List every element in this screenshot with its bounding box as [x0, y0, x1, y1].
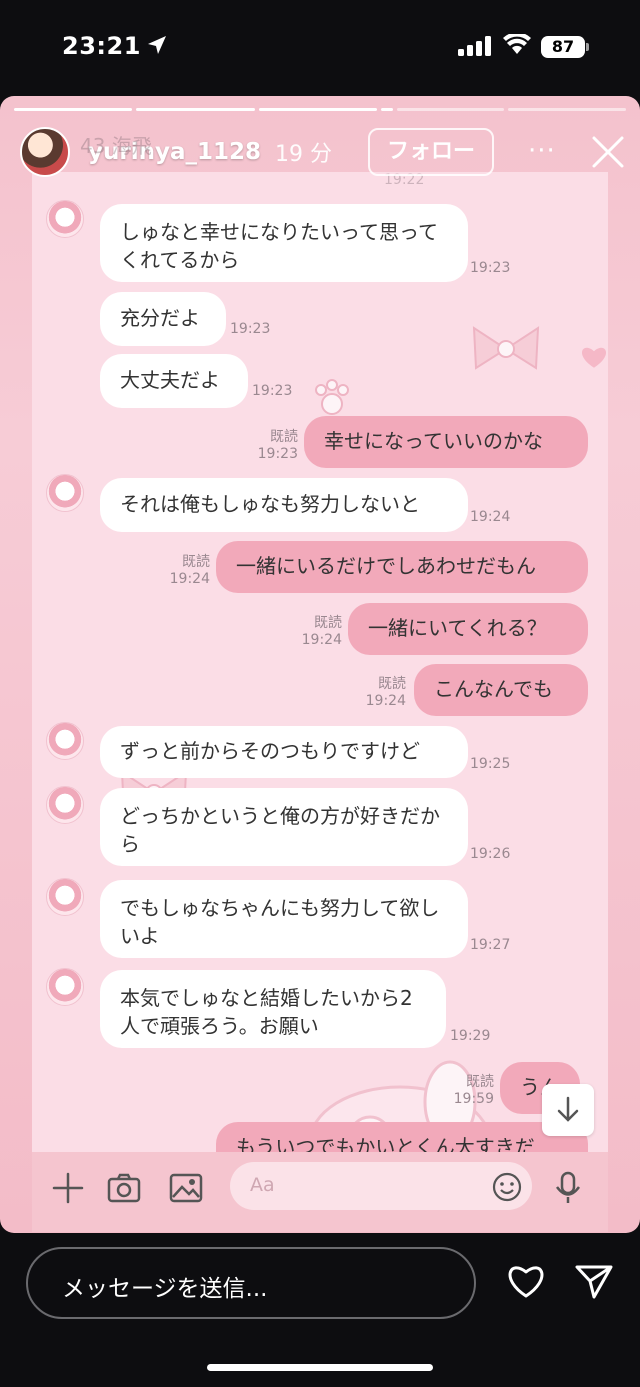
scroll-down-button[interactable]	[542, 1084, 594, 1136]
image-icon[interactable]	[168, 1170, 204, 1206]
message-time: 19:29	[450, 1028, 491, 1044]
message-bubble-incoming[interactable]: 大丈夫だよ	[100, 354, 248, 408]
message-bubble-incoming[interactable]: でもしゅなちゃんにも努力して欲しいよ	[100, 880, 468, 958]
message-input-placeholder: Aa	[250, 1174, 275, 1196]
message-time: 19:23	[252, 383, 293, 399]
progress-segment	[258, 108, 378, 111]
sender-avatar	[46, 968, 84, 1006]
progress-segment	[381, 108, 394, 111]
send-icon[interactable]	[574, 1263, 614, 1299]
ribbon-icon	[472, 326, 540, 370]
read-receipt: 既読	[378, 676, 406, 692]
microphone-icon[interactable]	[550, 1170, 586, 1206]
heart-icon	[581, 347, 607, 368]
status-bar: 23:21 87	[0, 0, 640, 96]
story-reply-bar: メッセージを送信...	[0, 1233, 640, 1387]
message-time: 19:24	[470, 509, 511, 525]
message-time: 19:25	[470, 756, 511, 772]
battery-icon	[586, 43, 589, 51]
avatar[interactable]	[20, 127, 70, 177]
story-progress-bar	[14, 108, 627, 111]
message-bubble-incoming[interactable]: それは俺もしゅなも努力しないと	[100, 478, 468, 532]
message-bubble-incoming[interactable]: しゅなと幸せになりたいって思ってくれてるから	[100, 204, 468, 282]
read-receipt: 既読	[182, 554, 210, 570]
sender-avatar	[46, 878, 84, 916]
message-time: 19:23	[230, 321, 271, 337]
like-heart-icon[interactable]	[506, 1263, 546, 1299]
message-time: 19:27	[470, 937, 511, 953]
message-time: 19:26	[470, 846, 511, 862]
plus-icon[interactable]	[50, 1170, 86, 1206]
ghost-chat-header: 43 海飛	[80, 134, 152, 158]
sender-avatar	[46, 474, 84, 512]
paw-icon	[315, 379, 349, 415]
progress-segment	[14, 108, 133, 111]
story-reply-placeholder: メッセージを送信...	[62, 1276, 268, 1302]
status-time: 23:21	[62, 32, 141, 60]
arrow-down-icon	[557, 1096, 579, 1122]
location-arrow-icon	[148, 36, 166, 54]
emoji-icon[interactable]	[492, 1172, 522, 1202]
message-bubble-outgoing[interactable]: 一緒にいるだけでしあわせだもん	[216, 541, 588, 593]
message-bubble-incoming[interactable]: 本気でしゅなと結婚したいから2人で頑張ろう。お願い	[100, 970, 446, 1048]
more-options-icon[interactable]: ···	[528, 136, 556, 166]
message-bubble-incoming[interactable]: 充分だよ	[100, 292, 226, 346]
message-time: 19:24	[365, 693, 406, 709]
message-input[interactable]: Aa	[230, 1162, 532, 1210]
message-bubble-outgoing[interactable]: 一緒にいてくれる？	[348, 603, 588, 655]
story-reply-input[interactable]: メッセージを送信...	[26, 1247, 476, 1319]
sender-avatar	[46, 786, 84, 824]
message-time: 19:59	[453, 1091, 494, 1107]
message-bubble-outgoing[interactable]: こんなんでも	[414, 664, 588, 716]
story-header[interactable]: yurinya_1128 19 分	[20, 126, 332, 178]
story-time-ago: 19 分	[275, 142, 332, 167]
story-card[interactable]: yurinya_1128 19 分 43 海飛 19:22 フォロー ··· し…	[0, 96, 640, 1233]
message-time: 19:24	[169, 571, 210, 587]
home-indicator[interactable]	[207, 1364, 433, 1371]
battery-level: 87	[541, 36, 585, 58]
sender-avatar	[46, 722, 84, 760]
message-time: 19:23	[257, 446, 298, 462]
cellular-signal-icon	[458, 36, 491, 56]
message-clip: もういつでもかいとくん大すきだ	[216, 1122, 588, 1152]
progress-segment	[507, 108, 627, 111]
message-time: 19:23	[470, 260, 511, 276]
read-receipt: 既読	[314, 615, 342, 631]
read-receipt: 既読	[270, 429, 298, 445]
progress-segment	[136, 108, 255, 111]
wifi-icon	[503, 34, 531, 54]
camera-icon[interactable]	[106, 1170, 142, 1206]
progress-segment	[397, 108, 504, 111]
chat-input-bar: Aa	[32, 1152, 608, 1232]
message-bubble-incoming[interactable]: どっちかというと俺の方が好きだから	[100, 788, 468, 866]
message-time: 19:24	[301, 632, 342, 648]
follow-button[interactable]: フォロー	[368, 128, 494, 176]
sender-avatar	[46, 200, 84, 238]
close-icon[interactable]	[590, 134, 626, 170]
message-bubble-outgoing[interactable]: もういつでもかいとくん大すきだ	[216, 1122, 588, 1152]
message-bubble-outgoing[interactable]: 幸せになっていいのかな	[304, 416, 588, 468]
message-bubble-incoming[interactable]: ずっと前からそのつもりですけど	[100, 726, 468, 778]
read-receipt: 既読	[466, 1074, 494, 1090]
